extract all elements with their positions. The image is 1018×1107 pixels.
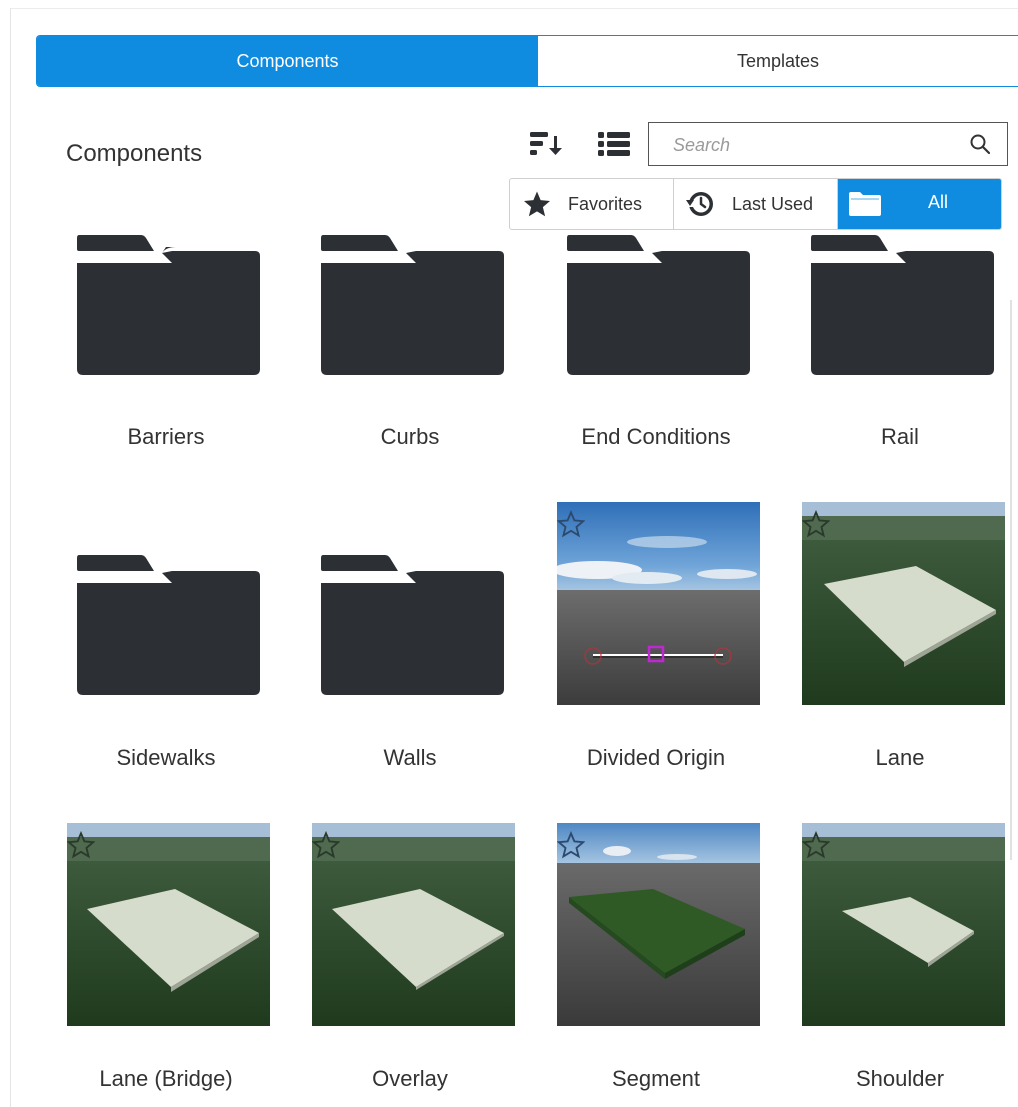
shoulder-thumbnail bbox=[802, 823, 1005, 1026]
item-label: Divided Origin bbox=[586, 745, 726, 770]
item-label: Barriers bbox=[127, 424, 205, 449]
panel-left-border bbox=[10, 8, 11, 1107]
favorite-star-icon[interactable] bbox=[802, 831, 830, 859]
filter-last-used-label: Last Used bbox=[732, 193, 814, 214]
item-label: Segment bbox=[611, 1066, 701, 1091]
folder-icon bbox=[321, 555, 504, 695]
folder-end-conditions[interactable]: End Conditions bbox=[546, 230, 766, 460]
favorite-star-icon[interactable] bbox=[312, 831, 340, 859]
star-icon bbox=[522, 189, 552, 219]
filter-all[interactable]: All bbox=[838, 179, 1001, 229]
item-label: Shoulder bbox=[855, 1066, 945, 1091]
item-label: Lane bbox=[875, 745, 925, 770]
favorite-star-icon[interactable] bbox=[557, 831, 585, 859]
search-input[interactable] bbox=[671, 132, 945, 158]
folder-barriers[interactable]: Barriers bbox=[56, 230, 276, 460]
favorite-star-icon[interactable] bbox=[802, 510, 830, 538]
section-title: Components bbox=[66, 140, 203, 167]
component-divided-origin[interactable]: Divided Origin bbox=[546, 502, 766, 792]
component-shoulder[interactable]: Shoulder bbox=[790, 823, 1010, 1107]
segment-thumbnail bbox=[557, 823, 760, 1026]
lane-thumbnail bbox=[802, 502, 1005, 705]
tab-bar: Components Templates bbox=[36, 35, 1018, 87]
filter-favorites-label: Favorites bbox=[568, 193, 643, 214]
folder-rail[interactable]: Rail bbox=[790, 230, 1010, 460]
search-icon[interactable] bbox=[969, 133, 991, 160]
filter-favorites[interactable]: Favorites bbox=[510, 179, 674, 229]
item-label: End Conditions bbox=[581, 424, 731, 449]
component-segment[interactable]: Segment bbox=[546, 823, 766, 1107]
item-label: Lane (Bridge) bbox=[99, 1066, 233, 1091]
folder-icon bbox=[77, 555, 260, 695]
filter-last-used[interactable]: Last Used bbox=[674, 179, 838, 229]
folder-curbs[interactable]: Curbs bbox=[300, 230, 520, 460]
folder-icon bbox=[77, 235, 260, 375]
folder-walls[interactable]: Walls bbox=[300, 552, 520, 782]
tab-components[interactable]: Components bbox=[37, 36, 538, 86]
panel-top-border bbox=[10, 8, 1018, 9]
divided-origin-thumbnail bbox=[557, 502, 760, 705]
favorite-star-icon[interactable] bbox=[67, 831, 95, 859]
component-lane[interactable]: Lane bbox=[790, 502, 1010, 792]
filter-group: Favorites Last Used All bbox=[509, 178, 1002, 230]
item-label: Sidewalks bbox=[116, 745, 216, 770]
overlay-thumbnail bbox=[312, 823, 515, 1026]
component-lane-bridge[interactable]: Lane (Bridge) bbox=[56, 823, 276, 1107]
folder-icon bbox=[567, 235, 750, 375]
scrollbar[interactable] bbox=[1010, 300, 1012, 860]
folder-icon bbox=[321, 235, 504, 375]
folder-icon bbox=[811, 235, 994, 375]
folder-sidewalks[interactable]: Sidewalks bbox=[56, 552, 276, 782]
item-label: Curbs bbox=[380, 424, 440, 449]
favorite-star-icon[interactable] bbox=[557, 510, 585, 538]
list-view-icon[interactable] bbox=[594, 124, 634, 164]
folder-icon bbox=[848, 191, 882, 217]
history-icon bbox=[684, 188, 716, 220]
sort-icon[interactable] bbox=[526, 124, 566, 164]
search-box bbox=[648, 122, 1008, 166]
item-label: Walls bbox=[383, 745, 437, 770]
component-browser: Components Templates Components Search F… bbox=[0, 0, 1018, 1107]
item-label: Overlay bbox=[372, 1066, 448, 1091]
component-overlay[interactable]: Overlay bbox=[300, 823, 520, 1107]
filter-all-label: All bbox=[928, 192, 949, 212]
tab-templates[interactable]: Templates bbox=[538, 36, 1018, 86]
item-label: Rail bbox=[881, 424, 919, 449]
lane-bridge-thumbnail bbox=[67, 823, 270, 1026]
